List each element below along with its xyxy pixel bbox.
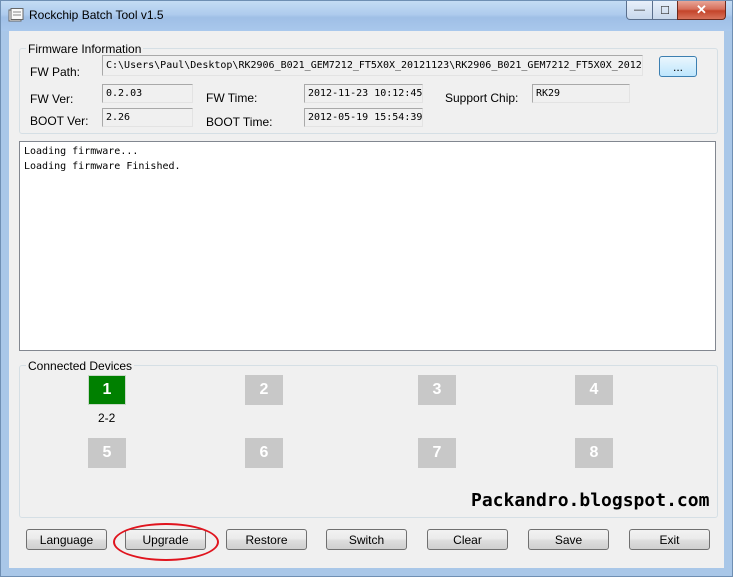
close-icon: ✕ [696,2,707,17]
device-slot-4[interactable]: 4 [575,375,613,405]
device-slot-6[interactable]: 6 [245,438,283,468]
save-button[interactable]: Save [528,529,609,550]
minimize-button[interactable]: — [626,1,653,20]
upgrade-button[interactable]: Upgrade [125,529,206,550]
minimize-icon: — [634,4,645,16]
device-slot-1[interactable]: 1 [88,375,126,405]
device-slot-8[interactable]: 8 [575,438,613,468]
title-bar[interactable]: Rockchip Batch Tool v1.5 — ☐ ✕ [1,1,732,31]
log-line: Loading firmware Finished. [24,161,181,172]
switch-button[interactable]: Switch [326,529,407,550]
boot-ver-label: BOOT Ver: [30,114,89,128]
app-icon [8,8,24,22]
language-button[interactable]: Language [26,529,107,550]
device-slot-3[interactable]: 3 [418,375,456,405]
exit-button[interactable]: Exit [629,529,710,550]
watermark-text: Packandro.blogspot.com [471,490,710,511]
device-slot-2[interactable]: 2 [245,375,283,405]
fw-ver-field: 0.2.03 [102,84,193,103]
device-slot-7[interactable]: 7 [418,438,456,468]
maximize-icon: ☐ [660,4,670,17]
maximize-button[interactable]: ☐ [652,1,678,20]
boot-time-field: 2012-05-19 15:54:39 [304,108,423,127]
log-output[interactable]: Loading firmware... Loading firmware Fin… [19,141,716,351]
log-line: Loading firmware... [24,146,139,157]
client-area: Firmware Information FW Path: C:\Users\P… [9,31,724,568]
fw-path-field[interactable]: C:\Users\Paul\Desktop\RK2906_B021_GEM721… [102,55,643,76]
boot-ver-field: 2.26 [102,108,193,127]
fw-time-field: 2012-11-23 10:12:45 [304,84,423,103]
fw-ver-label: FW Ver: [30,92,74,106]
app-window: Rockchip Batch Tool v1.5 — ☐ ✕ Firmware … [0,0,733,577]
browse-button[interactable]: ... [659,56,697,77]
device-slot-5[interactable]: 5 [88,438,126,468]
support-chip-field: RK29 [532,84,630,103]
support-chip-label: Support Chip: [445,91,519,105]
window-title: Rockchip Batch Tool v1.5 [29,8,164,22]
restore-button[interactable]: Restore [226,529,307,550]
fw-path-label: FW Path: [30,65,81,79]
device-slot-1-port: 2-2 [98,411,116,425]
clear-button[interactable]: Clear [427,529,508,550]
boot-time-label: BOOT Time: [206,115,273,129]
close-button[interactable]: ✕ [677,1,726,20]
caption-buttons: — ☐ ✕ [626,1,726,21]
firmware-info-title: Firmware Information [26,42,144,56]
fw-time-label: FW Time: [206,91,258,105]
connected-devices-title: Connected Devices [26,359,135,373]
